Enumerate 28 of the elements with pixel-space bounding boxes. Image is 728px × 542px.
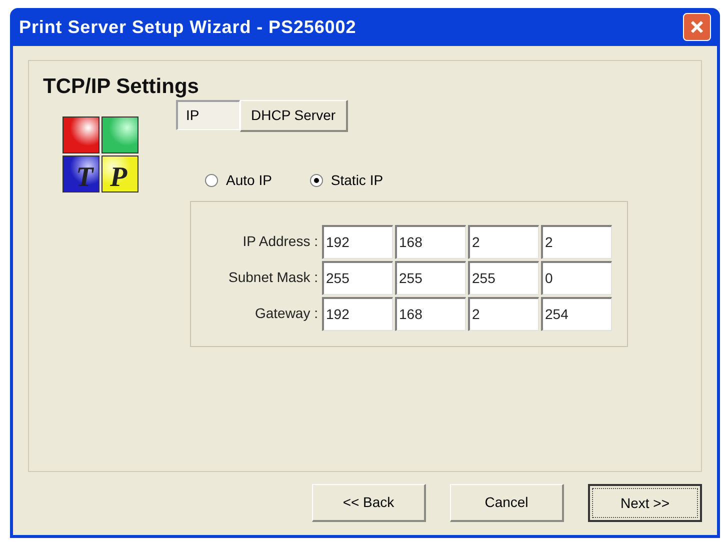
page-heading: TCP/IP Settings: [43, 74, 200, 100]
wizard-button[interactable]: Cancel: [450, 484, 564, 522]
octet-field[interactable]: 168: [395, 224, 466, 258]
octet-field[interactable]: 192: [322, 296, 393, 330]
field-label: Subnet Mask :: [228, 268, 319, 287]
octet-field[interactable]: 192: [322, 224, 393, 258]
radio-option[interactable]: Auto IP: [205, 170, 272, 190]
radio-button[interactable]: [205, 174, 218, 186]
octet-field[interactable]: 2: [468, 224, 539, 258]
wizard-button[interactable]: << Back: [312, 484, 426, 522]
octet-field[interactable]: 255: [322, 260, 393, 294]
close-button[interactable]: [683, 13, 711, 41]
octet-field[interactable]: 255: [468, 260, 539, 294]
wizard-button[interactable]: Next >>: [588, 484, 702, 522]
field-label: IP Address :: [242, 232, 319, 251]
close-icon: [689, 19, 705, 35]
tab[interactable]: IP: [176, 100, 240, 130]
tab[interactable]: DHCP Server: [240, 100, 348, 132]
octet-field[interactable]: 2: [541, 224, 612, 258]
octet-field[interactable]: 255: [395, 260, 466, 294]
field-label: Gateway :: [254, 304, 319, 323]
octet-field[interactable]: 254: [541, 296, 612, 330]
octet-field[interactable]: 2: [468, 296, 539, 330]
radio-button[interactable]: [310, 174, 323, 186]
octet-field[interactable]: 168: [395, 296, 466, 330]
octet-field[interactable]: 0: [541, 260, 612, 294]
radio-option[interactable]: Static IP: [310, 170, 384, 190]
window-title: Print Server Setup Wizard - PS256002: [19, 16, 356, 39]
